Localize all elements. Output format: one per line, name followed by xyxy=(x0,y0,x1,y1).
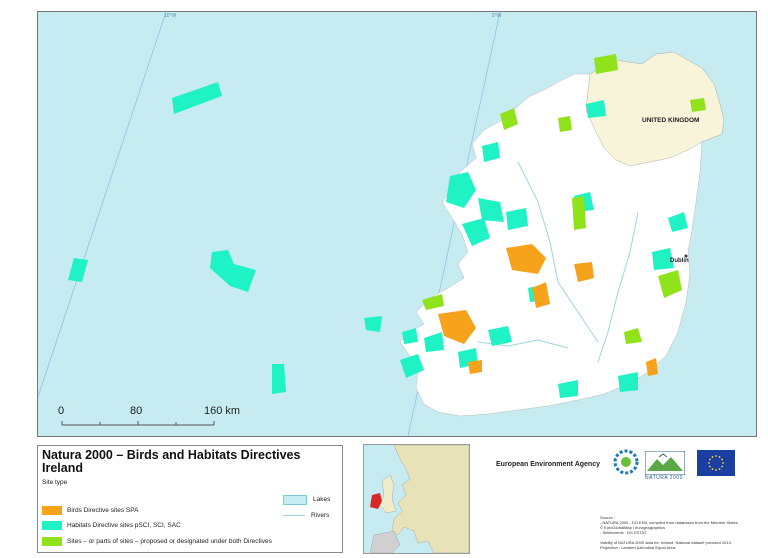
spa-swatch xyxy=(42,506,62,515)
offshore-site xyxy=(210,250,256,292)
legend-panel: Natura 2000 – Birds and Habitats Directi… xyxy=(37,445,343,553)
eu-star xyxy=(708,462,710,464)
eu-star xyxy=(711,468,714,470)
eu-star xyxy=(718,468,721,470)
eu-star xyxy=(709,465,711,468)
legend-item-label: Rivers xyxy=(311,512,330,519)
scale-label-80: 80 xyxy=(130,405,143,417)
inset-iberia xyxy=(369,530,401,553)
eu-star xyxy=(715,455,717,457)
sci-swatch xyxy=(42,521,62,530)
inset-svg xyxy=(369,445,469,553)
scale-label-160: 160 km xyxy=(204,405,241,417)
legend-item-lakes: Lakes xyxy=(283,494,331,505)
both-swatch xyxy=(42,537,62,546)
legend-item-label: Birds Directive sites SPA xyxy=(67,507,139,514)
inset-map xyxy=(363,444,470,554)
offshore-site xyxy=(68,258,88,282)
eu-star xyxy=(709,458,711,461)
legend-item-both: Sites – or parts of sites – proposed or … xyxy=(42,537,272,546)
eea-logo-icon xyxy=(613,449,639,475)
scale-label-0: 0 xyxy=(58,405,65,417)
city-label: Dublin xyxy=(670,258,689,264)
inset-ireland-highlight xyxy=(370,493,382,509)
eu-star xyxy=(722,462,724,464)
inset-britain xyxy=(379,474,397,514)
legend-item-sci: Habitats Directive sites pSCI, SCI, SAC xyxy=(42,521,181,530)
legend-item-label: Sites – or parts of sites – proposed or … xyxy=(67,538,272,545)
agency-name: European Environment Agency xyxy=(496,461,600,468)
legend-item-label: Lakes xyxy=(313,496,331,503)
map-svg: UNITED KINGDOM Dublin xyxy=(38,12,725,436)
country-label: UNITED KINGDOM xyxy=(642,117,699,124)
legend-title: Natura 2000 – Birds and Habitats Directi… xyxy=(42,449,300,475)
eu-star xyxy=(721,465,723,468)
eu-star xyxy=(711,456,714,458)
offshore-sci-sites xyxy=(68,82,286,394)
inset-europe xyxy=(391,445,469,553)
eu-flag-icon xyxy=(697,450,735,476)
graticule-line xyxy=(38,12,167,398)
legend-item-rivers: Rivers xyxy=(283,511,329,520)
natura-caption: NATURA 2000 xyxy=(645,475,683,481)
eu-star xyxy=(715,469,717,471)
natura-2000-logo-icon xyxy=(645,451,685,475)
scale-bar xyxy=(61,421,215,426)
eu-star xyxy=(718,456,721,458)
eu-star xyxy=(721,458,723,461)
offshore-site xyxy=(272,364,286,394)
legend-section-label: Site type xyxy=(42,479,68,486)
legend-subtitle: Ireland xyxy=(42,461,83,475)
main-map[interactable]: UNITED KINGDOM Dublin 10°W 5°W 0 80 160 … xyxy=(37,11,757,437)
coord-tick-top-left: 10°W xyxy=(164,13,177,19)
legend-item-spa: Birds Directive sites SPA xyxy=(42,506,138,515)
offshore-site xyxy=(172,82,222,114)
coord-tick-top-right: 5°W xyxy=(492,13,502,19)
source-line: Projection : Lambert Azimuthal Equal Are… xyxy=(600,545,677,550)
source-notes: Source : - NATURA 2000 - DG ENV, compile… xyxy=(600,515,738,550)
legend-item-label: Habitats Directive sites pSCI, SCI, SAC xyxy=(67,522,181,529)
lakes-swatch xyxy=(283,494,307,505)
rivers-swatch xyxy=(283,515,305,516)
